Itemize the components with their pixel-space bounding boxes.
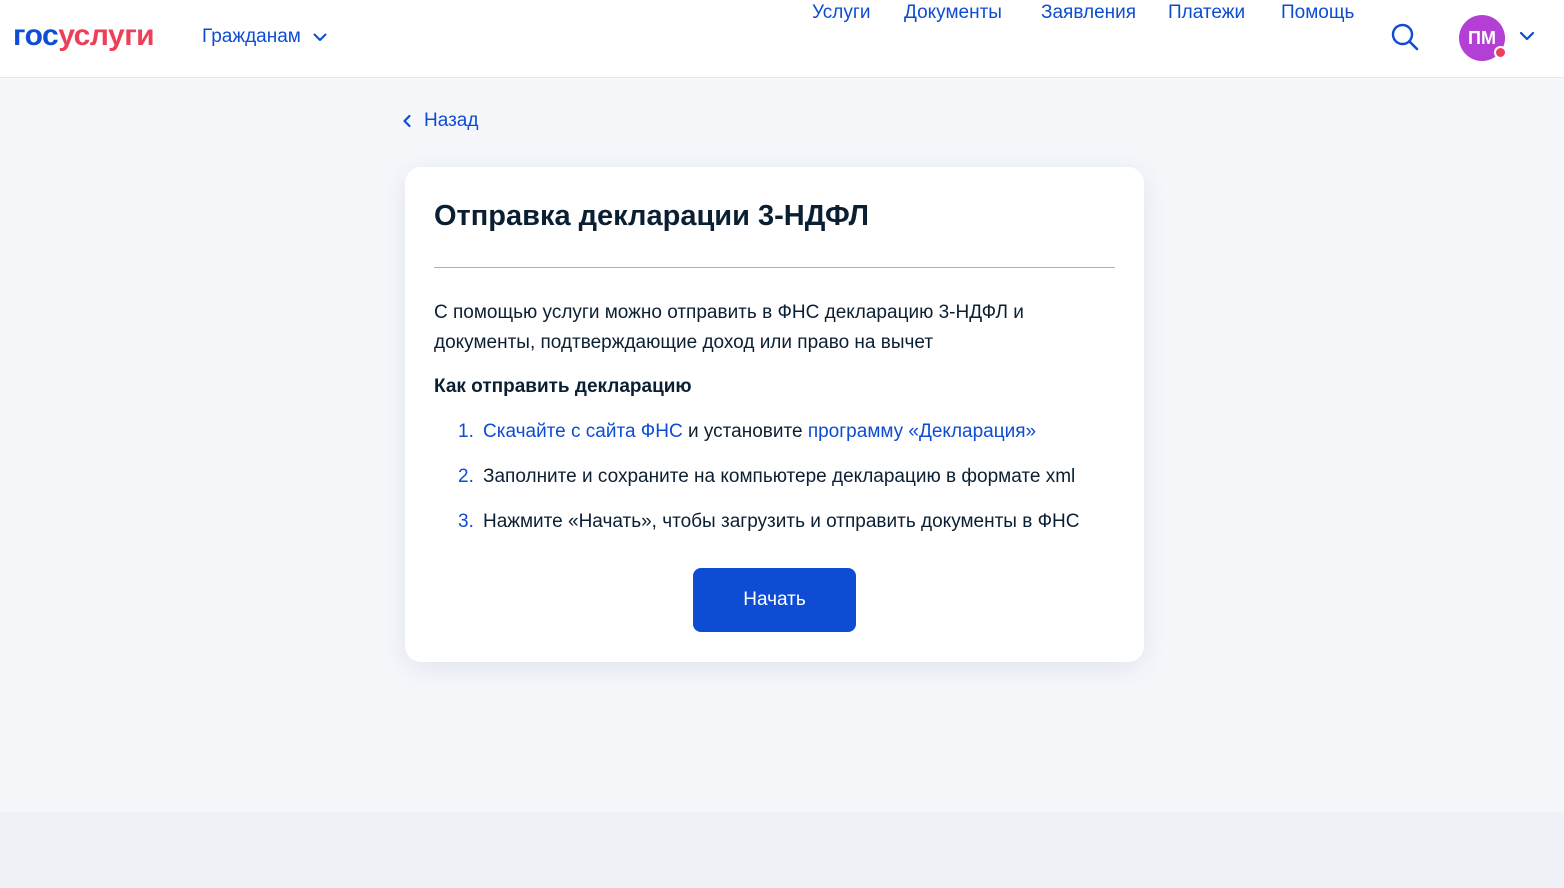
step-text: Нажмите «Начать», чтобы загрузить и отпр… [483, 511, 1080, 532]
nav-documents[interactable]: Документы [904, 0, 1002, 26]
chevron-left-icon [403, 114, 411, 128]
steps-list: 1. Скачайте с сайта ФНС и установите про… [458, 419, 1080, 554]
search-icon [1391, 23, 1419, 51]
service-card: Отправка декларации 3-НДФЛ С помощью усл… [405, 167, 1144, 662]
steps-heading: Как отправить декларацию [434, 376, 692, 397]
step-number: 3. [458, 511, 474, 532]
download-fns-link[interactable]: Скачайте с сайта ФНС [483, 421, 683, 442]
step-item: 1. Скачайте с сайта ФНС и установите про… [458, 419, 1080, 445]
nav-services[interactable]: Услуги [812, 0, 870, 26]
footer-band [0, 812, 1564, 888]
back-link[interactable]: Назад [402, 108, 478, 134]
logo-part-uslugi: услуги [58, 19, 155, 52]
avatar[interactable]: ПМ [1459, 15, 1507, 61]
audience-selector[interactable]: Гражданам [202, 24, 327, 50]
chevron-down-icon [313, 33, 327, 41]
back-label: Назад [424, 110, 479, 131]
profile-chevron-down-icon[interactable] [1519, 31, 1535, 41]
step-text: Заполните и сохраните на компьютере декл… [483, 466, 1076, 487]
gosuslugi-logo[interactable]: госуслуги [13, 18, 155, 54]
audience-label: Гражданам [202, 26, 301, 47]
start-button[interactable]: Начать [693, 568, 856, 632]
title-divider [434, 267, 1115, 268]
avatar-initials: ПМ [1468, 27, 1496, 48]
service-description: С помощью услуги можно отправить в ФНС д… [434, 302, 1024, 353]
search-button[interactable] [1390, 22, 1420, 52]
step-number: 2. [458, 466, 474, 487]
logo-part-gos: гос [13, 19, 59, 52]
step-number: 1. [458, 421, 474, 442]
step-text: Скачайте с сайта ФНС и установите програ… [483, 419, 1036, 445]
nav-payments[interactable]: Платежи [1168, 0, 1245, 26]
step-item: 3. Нажмите «Начать», чтобы загрузить и о… [458, 509, 1080, 535]
declaration-program-link[interactable]: программу «Декларация» [808, 421, 1036, 442]
step-item: 2. Заполните и сохраните на компьютере д… [458, 464, 1080, 490]
step-text-middle: и установите [682, 421, 808, 442]
page-title: Отправка декларации 3-НДФЛ [434, 200, 869, 232]
top-header: госуслуги Гражданам Услуги Документы Зая… [0, 0, 1564, 78]
nav-applications[interactable]: Заявления [1041, 0, 1136, 26]
nav-help[interactable]: Помощь [1281, 0, 1354, 26]
notification-dot [1494, 46, 1507, 59]
